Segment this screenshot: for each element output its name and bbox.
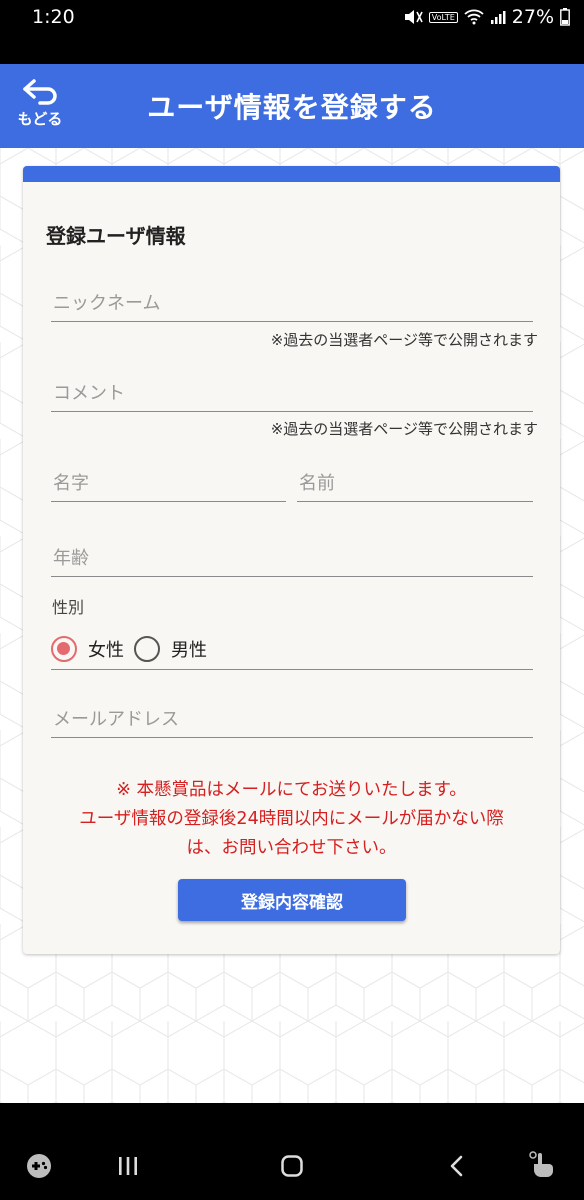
- email-input[interactable]: メールアドレス: [51, 700, 533, 738]
- firstname-placeholder: 名前: [299, 473, 335, 494]
- wifi-icon: [464, 9, 484, 25]
- radio-male-label: 男性: [171, 639, 207, 661]
- comment-input[interactable]: コメント: [51, 376, 533, 412]
- age-placeholder: 年齢: [53, 548, 89, 569]
- email-placeholder: メールアドレス: [53, 709, 179, 730]
- gender-radio-group: 女性 男性: [51, 628, 533, 670]
- status-icons: VoLTE 27%: [403, 6, 570, 28]
- comment-placeholder: コメント: [53, 383, 125, 404]
- nickname-input[interactable]: ニックネーム: [51, 286, 533, 322]
- home-icon[interactable]: [280, 1154, 304, 1178]
- game-launcher-icon[interactable]: [26, 1153, 52, 1179]
- lastname-input[interactable]: 名字: [51, 466, 286, 502]
- notice-line: は、お問い合わせ下さい。: [186, 838, 397, 858]
- nickname-placeholder: ニックネーム: [53, 293, 161, 314]
- confirm-button[interactable]: 登録内容確認: [178, 879, 406, 921]
- battery-icon: [560, 8, 570, 26]
- gender-label: 性別: [52, 598, 85, 617]
- section-title: 登録ユーザ情報: [46, 224, 186, 248]
- recent-apps-icon[interactable]: [117, 1155, 139, 1177]
- status-bar: 1:20 VoLTE 27%: [0, 0, 584, 34]
- page-title: ユーザ情報を登録する: [147, 91, 437, 124]
- radio-female[interactable]: [51, 635, 77, 662]
- status-bar-spacer: [0, 34, 584, 64]
- app-header: もどる ユーザ情報を登録する: [0, 64, 584, 148]
- system-nav-bar: [0, 1103, 584, 1200]
- battery-percent: 27%: [511, 6, 554, 28]
- radio-female-label: 女性: [88, 639, 124, 661]
- back-icon[interactable]: [447, 1154, 467, 1178]
- notice-text: ※ 本懸賞品はメールにてお送りいたします。 ユーザ情報の登録後24時間以内にメー…: [43, 776, 540, 863]
- notice-line: ※ 本懸賞品はメールにてお送りいたします。: [116, 780, 467, 800]
- comment-note: ※過去の当選者ページ等で公開されます: [270, 420, 538, 438]
- registration-card: 登録ユーザ情報 ニックネーム ※過去の当選者ページ等で公開されます コメント ※…: [23, 166, 560, 954]
- notice-line: ユーザ情報の登録後24時間以内にメールが届かない際: [79, 809, 504, 829]
- firstname-input[interactable]: 名前: [297, 466, 533, 502]
- status-time: 1:20: [32, 6, 75, 28]
- signal-icon: [490, 11, 506, 24]
- mute-icon: [404, 10, 423, 24]
- nickname-note: ※過去の当選者ページ等で公開されます: [270, 331, 538, 349]
- lastname-placeholder: 名字: [53, 473, 89, 494]
- age-input[interactable]: 年齢: [51, 541, 533, 577]
- touch-icon[interactable]: [528, 1149, 558, 1179]
- radio-male[interactable]: [134, 635, 160, 662]
- volte-icon: VoLTE: [428, 11, 458, 23]
